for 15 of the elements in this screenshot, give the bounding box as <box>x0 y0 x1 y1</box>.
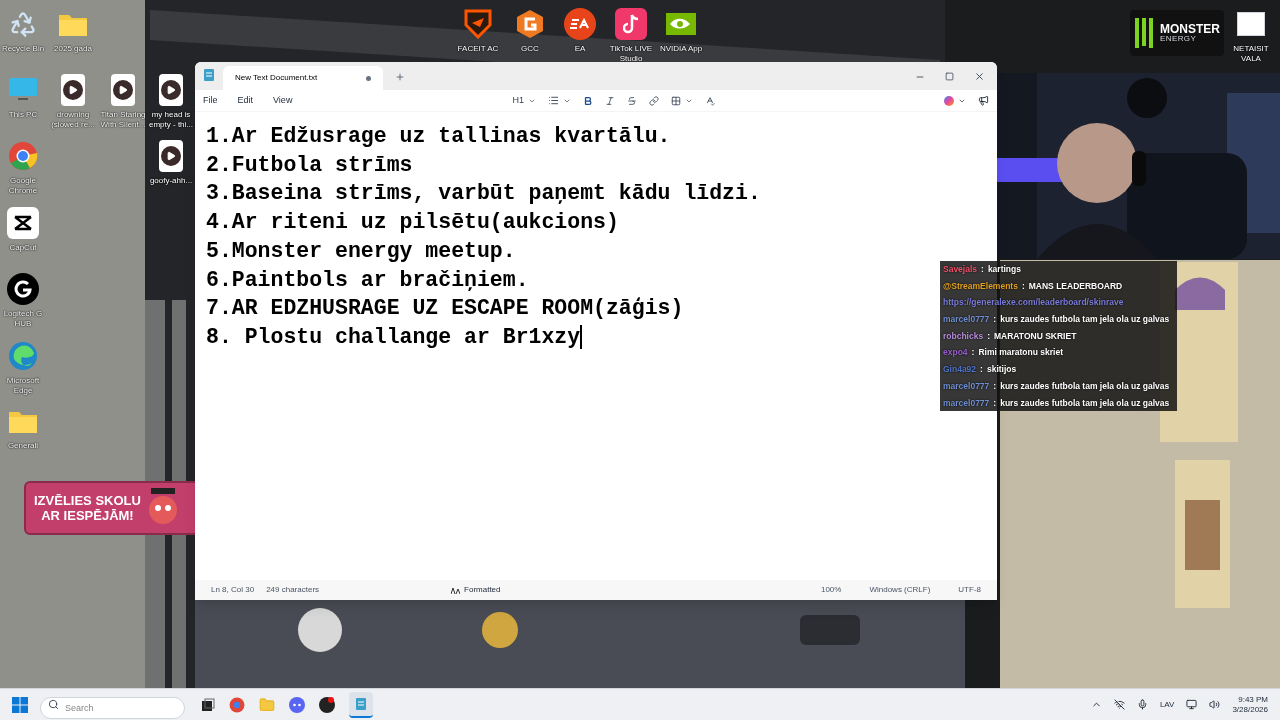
clock[interactable]: 9:43 PM 3/28/2026 <box>1232 694 1268 715</box>
recording-app-icon[interactable] <box>319 696 335 713</box>
language-indicator[interactable]: LAV <box>1159 698 1175 711</box>
task-view-icon[interactable] <box>201 697 215 712</box>
microphone-icon[interactable] <box>1136 699 1148 710</box>
volume-icon[interactable] <box>1209 699 1221 710</box>
no-network-icon[interactable] <box>1113 699 1125 710</box>
monitor-icon[interactable] <box>1186 699 1198 710</box>
browser-icon[interactable] <box>229 696 245 713</box>
search-icon <box>48 699 59 710</box>
chat-app-icon[interactable] <box>289 696 305 713</box>
notepad-taskbar-button[interactable] <box>349 691 373 718</box>
windows-logo-icon[interactable] <box>12 696 28 713</box>
notepad-icon <box>355 696 367 711</box>
search-field[interactable]: Search <box>40 696 185 719</box>
